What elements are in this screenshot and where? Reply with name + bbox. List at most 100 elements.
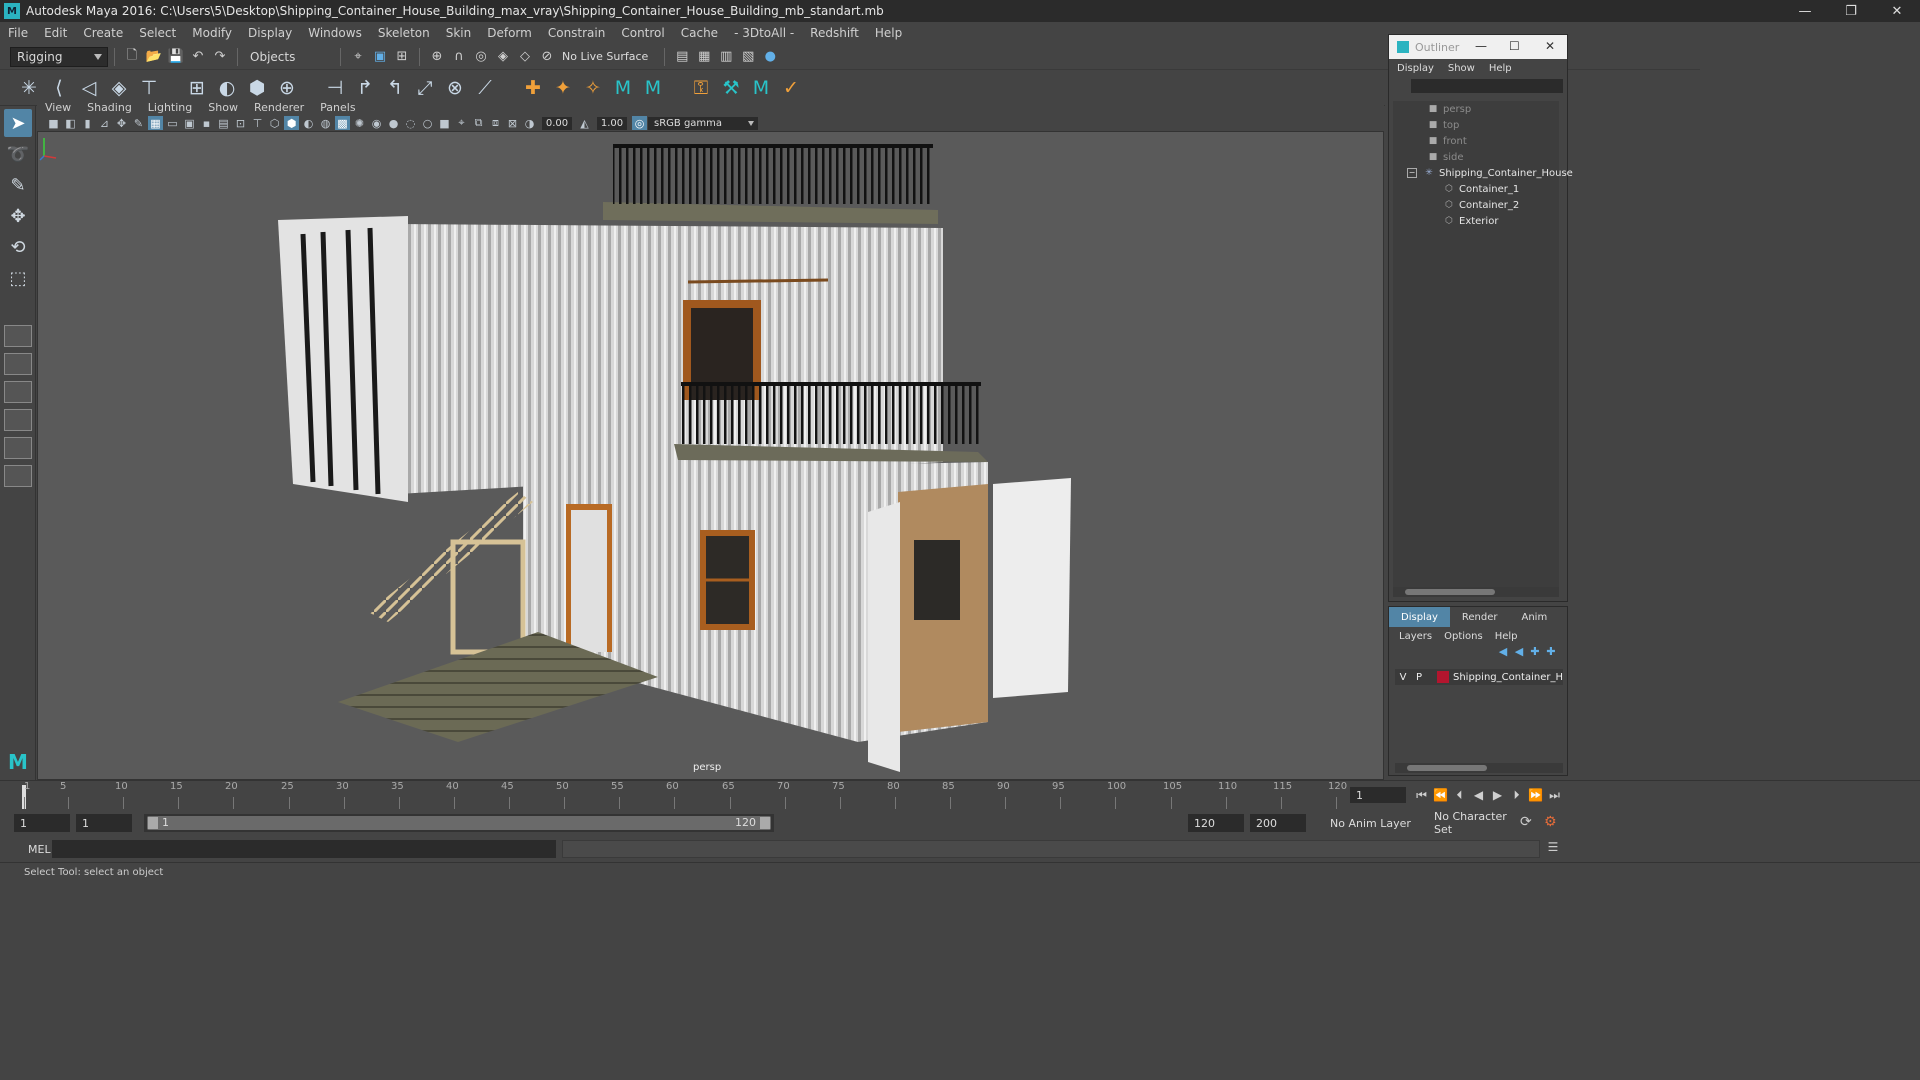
depth-of-field-icon[interactable]: ■ — [437, 116, 452, 130]
vp-menu-view[interactable]: View — [45, 101, 71, 114]
maya-tool-icon[interactable]: M — [747, 74, 775, 102]
step-back-key-icon[interactable]: ⏪ — [1431, 785, 1450, 805]
lasso-tool-icon[interactable]: ➰ — [4, 140, 32, 168]
motion-blur-icon[interactable]: ◌ — [403, 116, 418, 130]
auto-key-icon[interactable]: ⟳ — [1520, 814, 1532, 830]
move-tool-icon[interactable]: ✥ — [4, 202, 32, 230]
select-tool-icon[interactable]: ➤ — [4, 109, 32, 137]
gate-mask-icon[interactable]: ▪ — [199, 116, 214, 130]
lattice-icon[interactable]: ⬢ — [243, 74, 271, 102]
check-icon[interactable]: ✓ — [777, 74, 805, 102]
animation-start-field[interactable]: 1 — [14, 814, 70, 832]
anim-layer-dropdown[interactable]: No Anim Layer — [1324, 814, 1424, 832]
select-object-icon[interactable]: ▣ — [371, 48, 389, 66]
time-ruler[interactable]: 1 5 10 15 20 25 30 35 40 45 50 55 60 65 70 75 80 85 90 95 10… — [22, 781, 1347, 809]
graph-editor-icon[interactable]: ⚒ — [717, 74, 745, 102]
side-by-side-layout-icon[interactable] — [4, 381, 32, 403]
outliner-menu-show[interactable]: Show — [1448, 63, 1475, 74]
single-view-layout-icon[interactable] — [4, 325, 32, 347]
play-backward-icon[interactable]: ◀ — [1469, 785, 1488, 805]
scrollbar-thumb[interactable] — [1405, 589, 1495, 595]
menu-create[interactable]: Create — [83, 26, 123, 40]
bind-skin-icon[interactable]: ⊞ — [183, 74, 211, 102]
xray-joints-icon[interactable]: ⧈ — [488, 116, 503, 130]
command-input[interactable] — [52, 840, 556, 858]
tab-display[interactable]: Display — [1389, 607, 1450, 627]
layer-row[interactable]: V P Shipping_Container_H — [1395, 669, 1563, 685]
close-button[interactable]: ✕ — [1874, 0, 1920, 22]
pole-vector-icon[interactable]: ⟋ — [471, 74, 499, 102]
lights-icon[interactable]: ✺ — [352, 116, 367, 130]
shadows-icon[interactable]: ◉ — [369, 116, 384, 130]
point-constraint-icon[interactable]: ⊣ — [321, 74, 349, 102]
outliner-item-container-2[interactable]: ⬡ Container_2 — [1443, 197, 1519, 213]
two-d-pan-icon[interactable]: ✥ — [114, 116, 129, 130]
go-to-end-icon[interactable]: ⏭ — [1545, 785, 1564, 805]
field-chart-icon[interactable]: ▤ — [216, 116, 231, 130]
outliner-minimize-button[interactable]: — — [1475, 39, 1487, 53]
cluster-icon[interactable]: ⊕ — [273, 74, 301, 102]
go-to-start-icon[interactable]: ⏮ — [1412, 785, 1431, 805]
undo-icon[interactable]: ↶ — [189, 48, 207, 66]
outliner-scrollbar[interactable] — [1393, 587, 1559, 597]
vp-menu-shading[interactable]: Shading — [87, 101, 132, 114]
range-slider-track[interactable] — [147, 816, 771, 830]
hypershade-icon[interactable]: ● — [761, 48, 779, 66]
collapse-icon[interactable]: − — [1407, 168, 1417, 178]
script-editor-icon[interactable]: ☰ — [1544, 840, 1562, 858]
menu-control[interactable]: Control — [621, 26, 664, 40]
four-view-layout-icon[interactable] — [4, 353, 32, 375]
select-hierarchy-icon[interactable]: ⌖ — [349, 48, 367, 66]
render-frame-icon[interactable]: ▦ — [695, 48, 713, 66]
film-gate-icon[interactable]: ▭ — [165, 116, 180, 130]
hypershade-layout-icon[interactable] — [4, 465, 32, 487]
camera-select-icon[interactable]: ■ — [46, 116, 61, 130]
isolate-select-icon[interactable]: ⌖ — [454, 116, 469, 130]
exposure-field[interactable]: 0.00 — [542, 116, 572, 130]
scale-constraint-icon[interactable]: ⤢ — [411, 74, 439, 102]
grid-icon[interactable]: ▦ — [148, 116, 163, 130]
command-language-toggle[interactable]: MEL — [28, 843, 51, 856]
anim-prefs-icon[interactable]: ⚙ — [1544, 814, 1557, 830]
outliner-close-button[interactable]: ✕ — [1545, 39, 1555, 53]
joint-tool-icon[interactable]: ✳ — [15, 74, 43, 102]
resolution-gate-icon[interactable]: ▣ — [182, 116, 197, 130]
insert-joint-icon[interactable]: ◈ — [105, 74, 133, 102]
render-settings-icon[interactable]: ▧ — [739, 48, 757, 66]
new-scene-icon[interactable]: 🗋 — [123, 48, 141, 66]
quick-rig-icon[interactable]: M — [609, 74, 637, 102]
color-management-icon[interactable]: ◎ — [632, 116, 647, 130]
xray-components-icon[interactable]: ⊠ — [505, 116, 520, 130]
redo-icon[interactable]: ↷ — [211, 48, 229, 66]
selection-mode-dropdown[interactable]: Objects — [244, 46, 334, 67]
new-layer-selected-icon[interactable]: ✚ — [1543, 645, 1559, 663]
paint-select-icon[interactable]: ✎ — [4, 171, 32, 199]
snap-view-icon[interactable]: ◈ — [494, 48, 512, 66]
textured-icon[interactable]: ▩ — [335, 116, 350, 130]
menu-help[interactable]: Help — [875, 26, 902, 40]
outliner-search-input[interactable] — [1411, 79, 1563, 93]
range-end-handle[interactable] — [760, 817, 770, 829]
save-scene-icon[interactable]: 💾 — [167, 48, 185, 66]
layer-menu-layers[interactable]: Layers — [1399, 631, 1432, 642]
vp-menu-panels[interactable]: Panels — [320, 101, 355, 114]
animation-end-field[interactable]: 200 — [1250, 814, 1306, 832]
persp-viewport[interactable]: persp — [37, 131, 1384, 780]
gamma-field[interactable]: 1.00 — [597, 116, 627, 130]
grease-pencil-icon[interactable]: ✎ — [131, 116, 146, 130]
layer-scrollbar[interactable] — [1395, 763, 1563, 773]
outliner-item-group[interactable]: − ✳ Shipping_Container_House — [1407, 165, 1573, 181]
outliner-item-exterior[interactable]: ⬡ Exterior — [1443, 213, 1498, 229]
orient-constraint-icon[interactable]: ↰ — [381, 74, 409, 102]
character-set-dropdown[interactable]: No Character Set — [1428, 810, 1528, 836]
anti-alias-icon[interactable]: ○ — [420, 116, 435, 130]
playback-start-field[interactable]: 1 — [76, 814, 132, 832]
persp-graph-layout-icon[interactable] — [4, 409, 32, 431]
layer-visibility-toggle[interactable]: V — [1395, 672, 1411, 683]
menu-constrain[interactable]: Constrain — [548, 26, 606, 40]
outliner-menu-display[interactable]: Display — [1397, 63, 1434, 74]
menu-display[interactable]: Display — [248, 26, 292, 40]
scale-tool-icon[interactable]: ⬚ — [4, 264, 32, 292]
outliner-item-container-1[interactable]: ⬡ Container_1 — [1443, 181, 1519, 197]
layer-menu-options[interactable]: Options — [1444, 631, 1483, 642]
